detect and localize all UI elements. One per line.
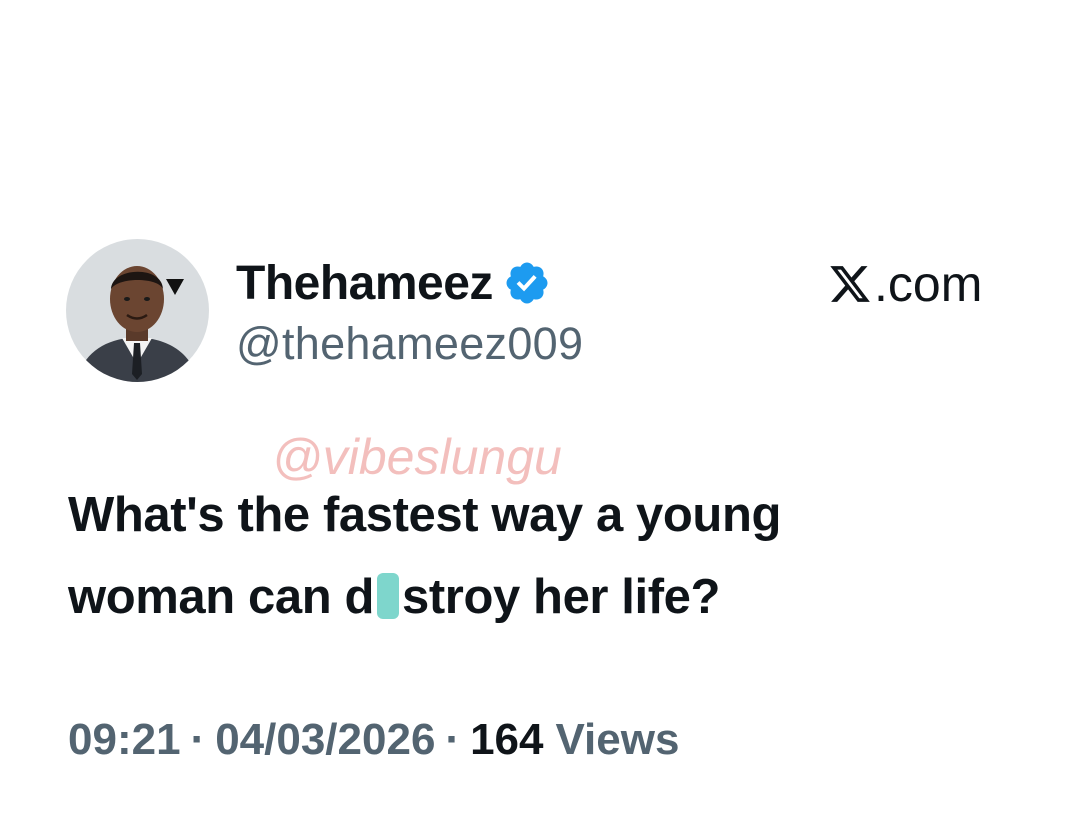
tweet-date[interactable]: 04/03/2026 xyxy=(215,715,435,765)
author-name-row[interactable]: Thehameez xyxy=(236,252,551,314)
censor-blob xyxy=(377,573,399,619)
tweet-text: What's the fastest way a young woman can… xyxy=(68,474,1028,638)
verified-badge-icon xyxy=(506,262,548,304)
tweet-time[interactable]: 09:21 xyxy=(68,715,181,765)
tweet-text-line-1: What's the fastest way a young xyxy=(68,488,782,542)
views-label[interactable]: Views xyxy=(556,715,680,765)
tweet-text-line-2: woman can d stroy her life? xyxy=(68,556,1028,638)
tweet-meta: 09:21 · 04/03/2026 · 164 Views xyxy=(68,712,679,768)
avatar[interactable] xyxy=(66,239,209,382)
meta-separator: · xyxy=(445,715,461,764)
author-handle[interactable]: @thehameez009 xyxy=(236,318,583,370)
views-count[interactable]: 164 xyxy=(470,715,543,765)
site-label-text: .com xyxy=(874,256,983,312)
meta-separator: · xyxy=(190,715,206,764)
tweet-text-line-2-prefix: woman can d xyxy=(68,570,374,624)
author-display-name[interactable]: Thehameez xyxy=(236,256,493,311)
tweet-text-line-2-suffix: stroy her life? xyxy=(402,570,721,624)
site-label: .com xyxy=(828,254,982,314)
x-logo-icon xyxy=(830,266,870,302)
